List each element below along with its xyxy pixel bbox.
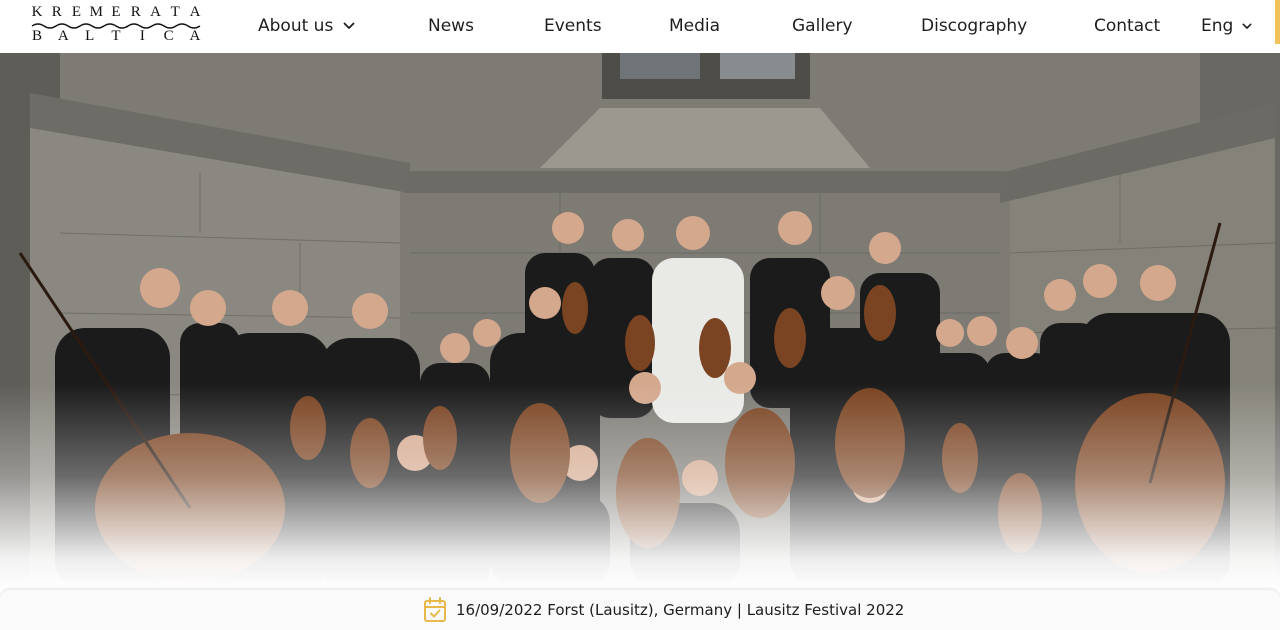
- chevron-down-icon: [1242, 23, 1252, 29]
- language-selector[interactable]: Eng: [1201, 16, 1252, 36]
- main-nav: About us News Events Media Gallery Disco…: [0, 0, 1280, 53]
- nav-gallery[interactable]: Gallery: [792, 16, 853, 36]
- nav-contact[interactable]: Contact: [1094, 16, 1160, 36]
- site-header: K R E M E R A T A B A L T I C A About us…: [0, 0, 1280, 53]
- language-label: Eng: [1201, 16, 1234, 36]
- nav-about-label: About us: [258, 16, 334, 36]
- nav-discography[interactable]: Discography: [921, 16, 1027, 36]
- upcoming-event-bar: 16/09/2022 Forst (Lausitz), Germany | La…: [0, 590, 1280, 630]
- nav-media[interactable]: Media: [669, 16, 720, 36]
- event-description: 16/09/2022 Forst (Lausitz), Germany | La…: [456, 601, 905, 619]
- nav-events[interactable]: Events: [544, 16, 602, 36]
- chevron-down-icon: [343, 22, 355, 29]
- upcoming-event-link[interactable]: 16/09/2022 Forst (Lausitz), Germany | La…: [423, 597, 904, 623]
- nav-news[interactable]: News: [428, 16, 474, 36]
- nav-about-us[interactable]: About us: [258, 16, 355, 36]
- hero-photo: [0, 53, 1280, 590]
- hero-fade-overlay: [0, 383, 1280, 590]
- calendar-check-icon: [424, 597, 446, 622]
